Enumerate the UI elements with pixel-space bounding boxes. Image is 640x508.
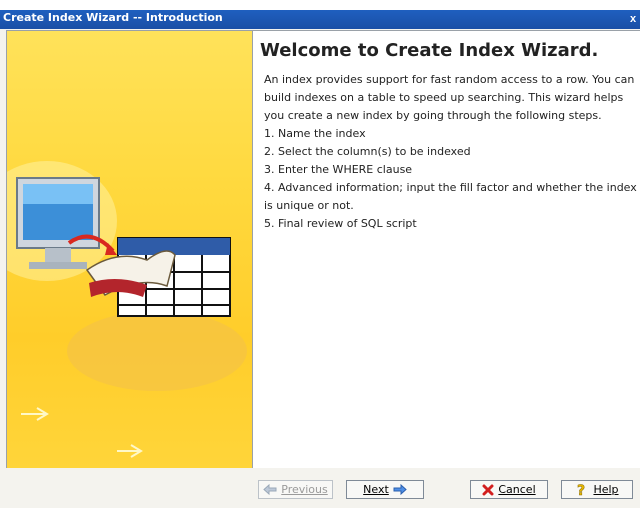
help-label: Help — [593, 483, 619, 496]
steps-list: 1. Name the index 2. Select the column(s… — [264, 125, 639, 233]
svg-text:?: ? — [577, 483, 585, 497]
x-icon — [482, 484, 494, 495]
step-item: 4. Advanced information; input the fill … — [264, 181, 637, 212]
step-item: 1. Name the index — [264, 127, 366, 140]
illustration-art — [7, 161, 247, 458]
page-title: Welcome to Create Index Wizard. — [260, 40, 599, 61]
window-title: Create Index Wizard -- Introduction — [3, 11, 223, 24]
cancel-label: Cancel — [498, 483, 536, 496]
step-item: 5. Final review of SQL script — [264, 217, 417, 230]
close-icon[interactable]: x — [630, 11, 640, 28]
intro-text: An index provides support for fast rando… — [264, 73, 635, 122]
help-button[interactable]: ? Help — [561, 480, 633, 499]
step-item: 3. Enter the WHERE clause — [264, 163, 413, 176]
wizard-illustration — [7, 31, 253, 469]
arrow-left-icon — [263, 484, 277, 495]
button-bar: Previous Next Cancel ? Help — [0, 468, 640, 508]
title-bar-strip: Create Index Wizard -- Introduction x — [0, 10, 640, 29]
previous-button[interactable]: Previous — [258, 480, 333, 499]
cancel-button[interactable]: Cancel — [470, 480, 548, 499]
description: An index provides support for fast rando… — [264, 71, 639, 233]
glow-shape — [67, 311, 247, 391]
step-item: 2. Select the column(s) to be indexed — [264, 145, 471, 158]
arrow-right-icon — [393, 484, 407, 495]
title-bar: Create Index Wizard -- Introduction x — [0, 0, 640, 29]
previous-label: Previous — [281, 483, 328, 496]
wizard-panel: Welcome to Create Index Wizard. An index… — [6, 30, 640, 469]
question-icon: ? — [577, 483, 586, 497]
next-label: Next — [363, 483, 389, 496]
wizard-content: Welcome to Create Index Wizard. An index… — [253, 31, 640, 469]
next-button[interactable]: Next — [346, 480, 424, 499]
